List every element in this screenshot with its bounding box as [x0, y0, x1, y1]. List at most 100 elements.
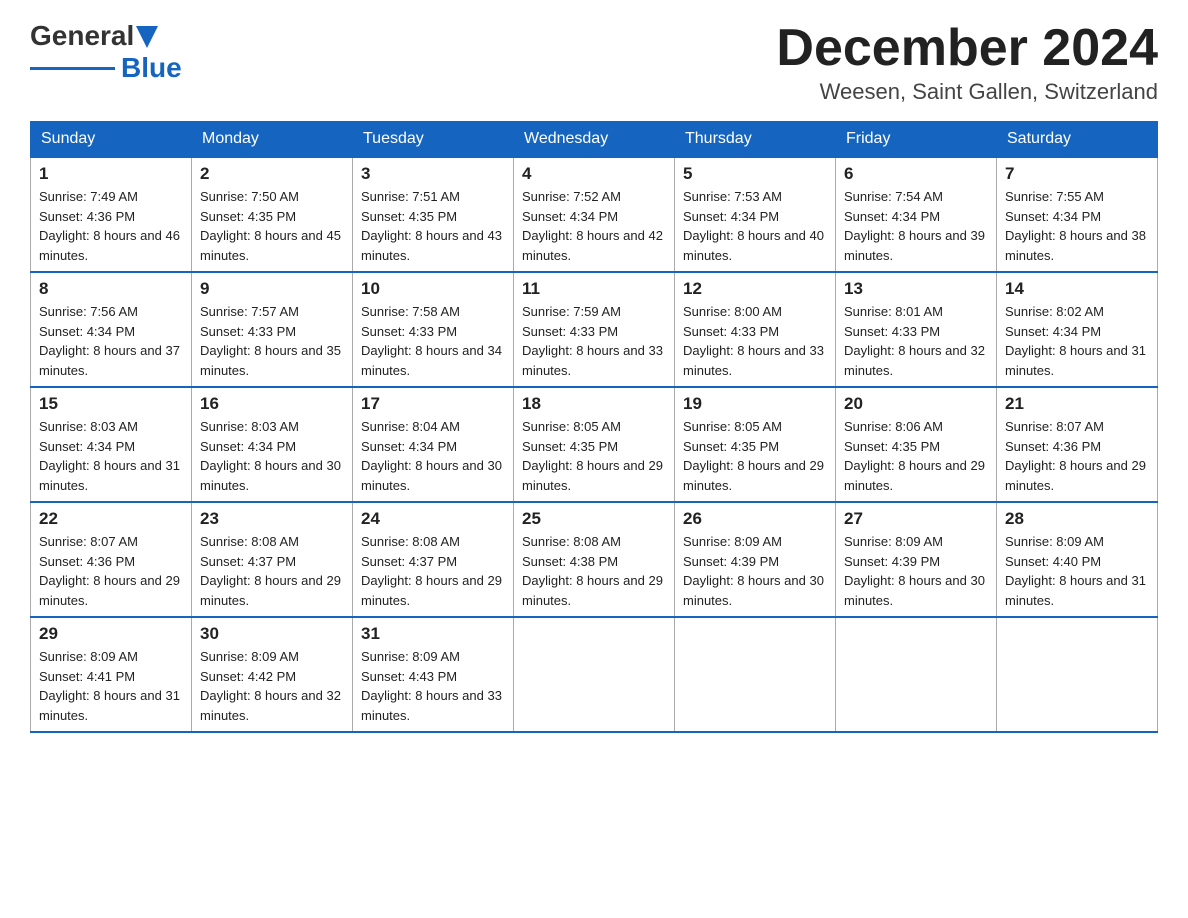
day-number: 14 — [1005, 279, 1149, 299]
day-number: 17 — [361, 394, 505, 414]
day-number: 16 — [200, 394, 344, 414]
calendar-cell: 7 Sunrise: 7:55 AMSunset: 4:34 PMDaylight… — [997, 157, 1158, 272]
day-info: Sunrise: 8:02 AMSunset: 4:34 PMDaylight:… — [1005, 302, 1149, 380]
week-row-1: 1 Sunrise: 7:49 AMSunset: 4:36 PMDaylight… — [31, 157, 1158, 272]
page-header: General Blue December 2024 Weesen, Saint… — [30, 20, 1158, 105]
day-info: Sunrise: 8:05 AMSunset: 4:35 PMDaylight:… — [522, 417, 666, 495]
calendar-cell: 14 Sunrise: 8:02 AMSunset: 4:34 PMDayligh… — [997, 272, 1158, 387]
day-info: Sunrise: 8:07 AMSunset: 4:36 PMDaylight:… — [39, 532, 183, 610]
day-number: 30 — [200, 624, 344, 644]
calendar-cell: 29Sunrise: 8:09 AMSunset: 4:41 PMDayligh… — [31, 617, 192, 732]
day-number: 20 — [844, 394, 988, 414]
calendar-cell: 8 Sunrise: 7:56 AMSunset: 4:34 PMDaylight… — [31, 272, 192, 387]
calendar-cell: 16Sunrise: 8:03 AMSunset: 4:34 PMDayligh… — [192, 387, 353, 502]
calendar-cell: 23 Sunrise: 8:08 AMSunset: 4:37 PMDayligh… — [192, 502, 353, 617]
day-number: 11 — [522, 279, 666, 299]
calendar-cell: 2 Sunrise: 7:50 AMSunset: 4:35 PMDaylight… — [192, 157, 353, 272]
day-info: Sunrise: 7:53 AMSunset: 4:34 PMDaylight:… — [683, 187, 827, 265]
calendar-cell — [514, 617, 675, 732]
col-monday: Monday — [192, 122, 353, 158]
calendar-body: 1 Sunrise: 7:49 AMSunset: 4:36 PMDaylight… — [31, 157, 1158, 732]
day-info: Sunrise: 8:06 AMSunset: 4:35 PMDaylight:… — [844, 417, 988, 495]
day-number: 10 — [361, 279, 505, 299]
calendar-cell: 18 Sunrise: 8:05 AMSunset: 4:35 PMDayligh… — [514, 387, 675, 502]
day-number: 6 — [844, 164, 988, 184]
day-number: 13 — [844, 279, 988, 299]
day-number: 4 — [522, 164, 666, 184]
calendar-table: Sunday Monday Tuesday Wednesday Thursday… — [30, 121, 1158, 733]
title-block: December 2024 Weesen, Saint Gallen, Swit… — [776, 20, 1158, 105]
day-number: 28 — [1005, 509, 1149, 529]
day-info: Sunrise: 7:49 AMSunset: 4:36 PMDaylight:… — [39, 187, 183, 265]
day-info: Sunrise: 8:09 AMSunset: 4:43 PMDaylight:… — [361, 647, 505, 725]
day-number: 22 — [39, 509, 183, 529]
day-info: Sunrise: 8:05 AMSunset: 4:35 PMDaylight:… — [683, 417, 827, 495]
week-row-3: 15 Sunrise: 8:03 AMSunset: 4:34 PMDayligh… — [31, 387, 1158, 502]
calendar-cell: 10Sunrise: 7:58 AMSunset: 4:33 PMDayligh… — [353, 272, 514, 387]
day-info: Sunrise: 8:08 AMSunset: 4:38 PMDaylight:… — [522, 532, 666, 610]
logo-blue: Blue — [121, 52, 182, 84]
day-info: Sunrise: 7:55 AMSunset: 4:34 PMDaylight:… — [1005, 187, 1149, 265]
day-number: 2 — [200, 164, 344, 184]
col-tuesday: Tuesday — [353, 122, 514, 158]
day-number: 15 — [39, 394, 183, 414]
col-wednesday: Wednesday — [514, 122, 675, 158]
day-info: Sunrise: 7:52 AMSunset: 4:34 PMDaylight:… — [522, 187, 666, 265]
calendar-cell: 13 Sunrise: 8:01 AMSunset: 4:33 PMDayligh… — [836, 272, 997, 387]
calendar-cell: 31 Sunrise: 8:09 AMSunset: 4:43 PMDayligh… — [353, 617, 514, 732]
col-saturday: Saturday — [997, 122, 1158, 158]
col-thursday: Thursday — [675, 122, 836, 158]
col-sunday: Sunday — [31, 122, 192, 158]
day-info: Sunrise: 8:09 AMSunset: 4:39 PMDaylight:… — [844, 532, 988, 610]
calendar-cell: 22 Sunrise: 8:07 AMSunset: 4:36 PMDayligh… — [31, 502, 192, 617]
day-info: Sunrise: 8:09 AMSunset: 4:40 PMDaylight:… — [1005, 532, 1149, 610]
logo-triangle-icon — [136, 26, 158, 48]
week-row-4: 22 Sunrise: 8:07 AMSunset: 4:36 PMDayligh… — [31, 502, 1158, 617]
day-number: 21 — [1005, 394, 1149, 414]
day-info: Sunrise: 8:09 AMSunset: 4:39 PMDaylight:… — [683, 532, 827, 610]
logo: General Blue — [30, 20, 182, 84]
day-info: Sunrise: 7:50 AMSunset: 4:35 PMDaylight:… — [200, 187, 344, 265]
calendar-cell: 19 Sunrise: 8:05 AMSunset: 4:35 PMDayligh… — [675, 387, 836, 502]
calendar-cell — [997, 617, 1158, 732]
calendar-cell: 11 Sunrise: 7:59 AMSunset: 4:33 PMDayligh… — [514, 272, 675, 387]
day-info: Sunrise: 8:09 AMSunset: 4:42 PMDaylight:… — [200, 647, 344, 725]
day-info: Sunrise: 8:01 AMSunset: 4:33 PMDaylight:… — [844, 302, 988, 380]
week-row-2: 8 Sunrise: 7:56 AMSunset: 4:34 PMDaylight… — [31, 272, 1158, 387]
day-number: 25 — [522, 509, 666, 529]
day-number: 7 — [1005, 164, 1149, 184]
day-info: Sunrise: 8:08 AMSunset: 4:37 PMDaylight:… — [361, 532, 505, 610]
day-info: Sunrise: 7:59 AMSunset: 4:33 PMDaylight:… — [522, 302, 666, 380]
calendar-cell: 26 Sunrise: 8:09 AMSunset: 4:39 PMDayligh… — [675, 502, 836, 617]
day-info: Sunrise: 7:57 AMSunset: 4:33 PMDaylight:… — [200, 302, 344, 380]
day-info: Sunrise: 8:08 AMSunset: 4:37 PMDaylight:… — [200, 532, 344, 610]
day-number: 1 — [39, 164, 183, 184]
calendar-cell: 17 Sunrise: 8:04 AMSunset: 4:34 PMDayligh… — [353, 387, 514, 502]
calendar-cell: 21 Sunrise: 8:07 AMSunset: 4:36 PMDayligh… — [997, 387, 1158, 502]
calendar-cell: 1 Sunrise: 7:49 AMSunset: 4:36 PMDaylight… — [31, 157, 192, 272]
calendar-cell: 4 Sunrise: 7:52 AMSunset: 4:34 PMDaylight… — [514, 157, 675, 272]
day-info: Sunrise: 8:09 AMSunset: 4:41 PMDaylight:… — [39, 647, 183, 725]
calendar-cell: 6Sunrise: 7:54 AMSunset: 4:34 PMDaylight… — [836, 157, 997, 272]
day-info: Sunrise: 8:07 AMSunset: 4:36 PMDaylight:… — [1005, 417, 1149, 495]
day-info: Sunrise: 8:03 AMSunset: 4:34 PMDaylight:… — [39, 417, 183, 495]
month-title: December 2024 — [776, 20, 1158, 77]
day-info: Sunrise: 7:56 AMSunset: 4:34 PMDaylight:… — [39, 302, 183, 380]
calendar-cell: 28 Sunrise: 8:09 AMSunset: 4:40 PMDayligh… — [997, 502, 1158, 617]
day-number: 31 — [361, 624, 505, 644]
calendar-cell: 25 Sunrise: 8:08 AMSunset: 4:38 PMDayligh… — [514, 502, 675, 617]
calendar-cell: 30 Sunrise: 8:09 AMSunset: 4:42 PMDayligh… — [192, 617, 353, 732]
week-row-5: 29Sunrise: 8:09 AMSunset: 4:41 PMDayligh… — [31, 617, 1158, 732]
day-number: 23 — [200, 509, 344, 529]
calendar-header: Sunday Monday Tuesday Wednesday Thursday… — [31, 122, 1158, 158]
calendar-cell: 9Sunrise: 7:57 AMSunset: 4:33 PMDaylight… — [192, 272, 353, 387]
calendar-cell: 12Sunrise: 8:00 AMSunset: 4:33 PMDayligh… — [675, 272, 836, 387]
day-number: 24 — [361, 509, 505, 529]
day-number: 8 — [39, 279, 183, 299]
day-number: 26 — [683, 509, 827, 529]
location: Weesen, Saint Gallen, Switzerland — [776, 79, 1158, 105]
day-number: 18 — [522, 394, 666, 414]
calendar-cell — [836, 617, 997, 732]
day-number: 19 — [683, 394, 827, 414]
day-info: Sunrise: 8:04 AMSunset: 4:34 PMDaylight:… — [361, 417, 505, 495]
